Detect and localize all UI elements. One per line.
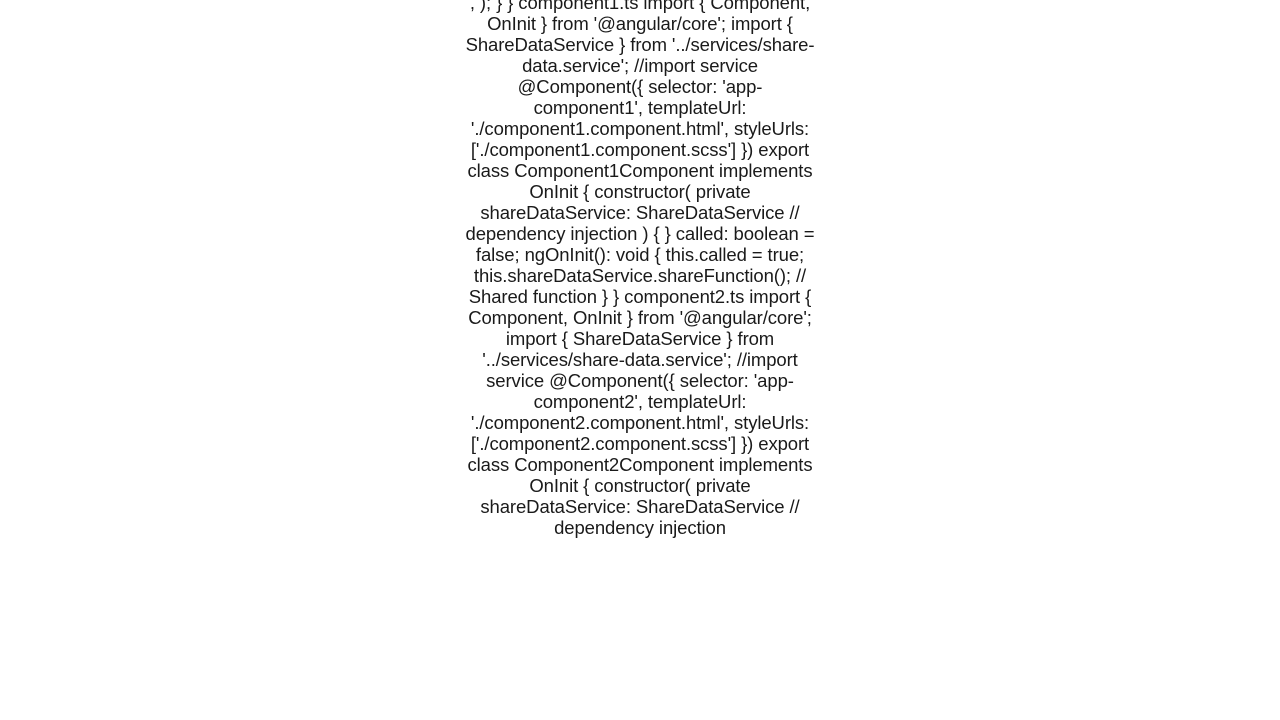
article-body: , ); } } component1.ts import { Componen… — [465, 0, 815, 538]
